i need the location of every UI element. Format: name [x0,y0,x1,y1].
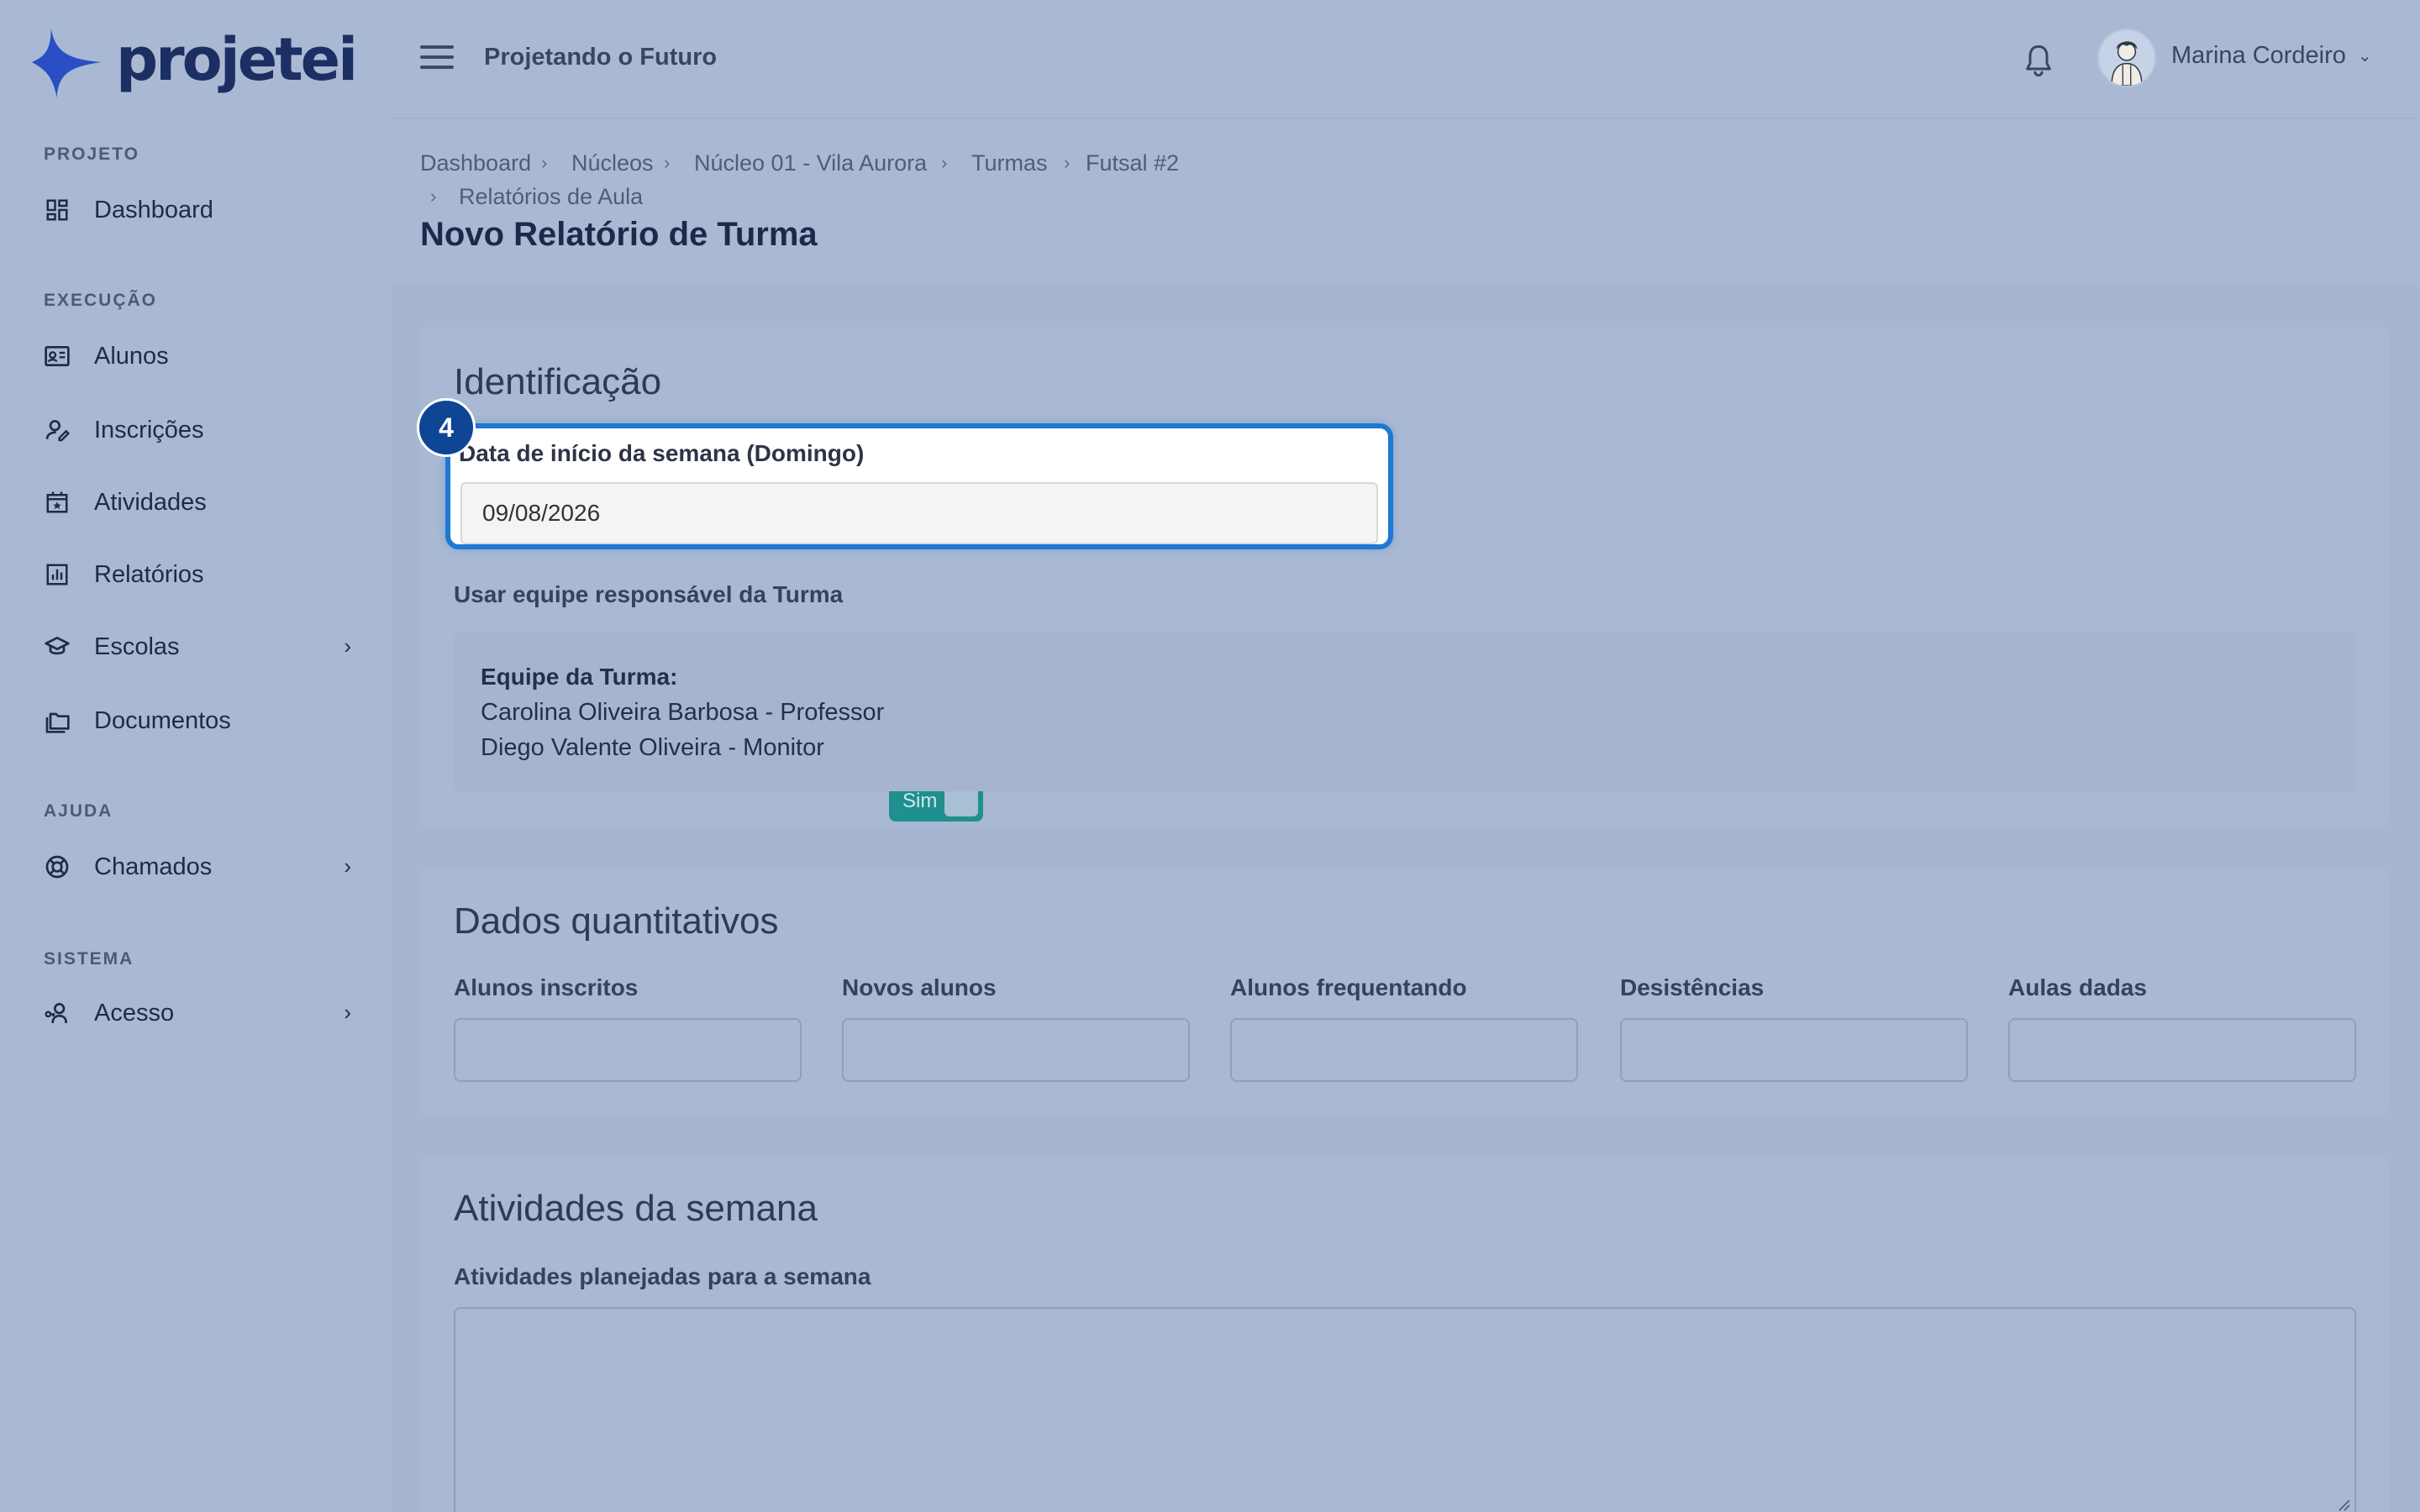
sidebar-section-ajuda: AJUDA [44,801,113,821]
id-card-icon [40,339,74,373]
toggle-value: Sim [902,790,938,812]
field-label: Aulas dadas [2008,974,2147,1000]
step-badge: 4 [417,398,476,457]
sidebar-item-label: Inscrições [94,416,204,444]
alunos-inscritos-input[interactable] [454,1018,802,1082]
logo-text: projetei [116,25,358,94]
aulas-dadas-input[interactable] [2008,1018,2356,1082]
sidebar-item-acesso[interactable]: Acesso › [24,986,360,1040]
chevron-right-icon: › [430,186,437,207]
textarea-label: Atividades planejadas para a semana [454,1263,871,1289]
atividades-planejadas-textarea[interactable] [454,1307,2356,1512]
sidebar: PROJETO Dashboard EXECUÇÃO Alunos Inscri… [0,118,392,1512]
chevron-right-icon: › [344,1000,351,1025]
sidebar-item-label: Chamados [94,853,213,880]
section-title: Dados quantitativos [454,900,779,942]
sidebar-item-atividades[interactable]: Atividades [24,475,360,529]
field-label: Desistências [1620,974,1765,1000]
user-portrait-icon [2111,41,2143,86]
logo[interactable]: projetei [30,22,358,102]
quantitativos-card: Dados quantitativos Alunos inscritos Nov… [420,867,2390,1116]
field-label: Alunos frequentando [1230,974,1467,1000]
avatar[interactable] [2097,29,2156,87]
sidebar-item-alunos[interactable]: Alunos [24,329,360,383]
team-member: Carolina Oliveira Barbosa - Professor [481,699,885,726]
bar-chart-icon [40,558,74,591]
sidebar-item-inscricoes[interactable]: Inscrições [24,403,360,457]
date-field-highlight: Data de início da semana (Domingo) 09/08… [445,423,1393,549]
chevron-right-icon: › [664,152,671,173]
breadcrumb-item[interactable]: Futsal #2 [1086,150,1179,176]
chevron-right-icon: › [1064,152,1071,173]
breadcrumb-item[interactable]: Núcleo 01 - Vila Aurora [694,150,927,176]
desistencias-input[interactable] [1620,1018,1968,1082]
sidebar-item-label: Dashboard [94,196,213,223]
identificacao-card: Identificação Usar equipe responsável da… [420,328,2390,827]
chevron-right-icon: › [344,853,351,879]
dashboard-icon [40,193,74,227]
graduation-cap-icon [40,630,74,664]
section-title: Identificação [454,361,662,402]
menu-toggle-icon[interactable] [420,45,454,72]
user-key-icon [40,996,74,1030]
sidebar-item-chamados[interactable]: Chamados › [24,840,360,894]
breadcrumb-item[interactable]: Núcleos [571,150,654,176]
sidebar-item-label: Alunos [94,342,169,370]
alunos-frequentando-input[interactable] [1230,1018,1578,1082]
toggle-label: Usar equipe responsável da Turma [454,581,844,607]
chevron-right-icon: › [941,152,948,173]
main-content: Dashboard › Núcleos › Núcleo 01 - Vila A… [392,118,2420,1512]
sidebar-item-dashboard[interactable]: Dashboard [24,183,360,237]
chevron-right-icon: › [541,152,548,173]
sidebar-section-projeto: PROJETO [44,144,139,164]
novos-alunos-input[interactable] [842,1018,1190,1082]
bell-icon[interactable] [2022,42,2055,79]
sidebar-item-relatorios[interactable]: Relatórios [24,548,360,601]
atividades-card: Atividades da semana Atividades planejad… [420,1156,2390,1512]
sidebar-item-label: Documentos [94,706,231,734]
sidebar-item-label: Atividades [94,488,207,516]
team-member: Diego Valente Oliveira - Monitor [481,734,824,761]
folders-icon [40,704,74,738]
team-title: Equipe da Turma: [481,664,678,690]
week-start-date-input[interactable]: 09/08/2026 [460,482,1378,544]
breadcrumb-item[interactable]: Dashboard [420,150,531,176]
field-label: Novos alunos [842,974,997,1000]
chevron-right-icon: › [344,633,351,659]
calendar-star-icon [40,486,74,519]
section-title: Atividades da semana [454,1188,818,1229]
page-header: Dashboard › Núcleos › Núcleo 01 - Vila A… [392,118,2420,286]
user-edit-icon [40,413,74,447]
breadcrumb-item[interactable]: Relatórios de Aula [459,184,643,210]
sidebar-item-escolas[interactable]: Escolas › [24,620,360,674]
sidebar-section-sistema: SISTEMA [44,949,134,969]
resize-handle-icon[interactable] [2334,1495,2351,1512]
top-bar: projetei Projetando o Futuro Marina Cord… [0,0,2420,118]
page-title: Novo Relatório de Turma [420,216,818,253]
sidebar-section-execucao: EXECUÇÃO [44,291,158,310]
team-box: Equipe da Turma: Carolina Oliveira Barbo… [454,632,2356,791]
sidebar-item-label: Relatórios [94,560,204,588]
chevron-down-icon[interactable]: ⌄ [2358,45,2372,66]
project-name: Projetando o Futuro [484,44,718,71]
star-logo-icon [31,28,102,98]
sidebar-item-label: Acesso [94,999,175,1026]
field-label: Alunos inscritos [454,974,639,1000]
sidebar-item-documentos[interactable]: Documentos [24,694,360,748]
date-label: Data de início da semana (Domingo) [459,440,865,466]
user-name[interactable]: Marina Cordeiro [2171,42,2346,70]
lifebuoy-icon [40,850,74,884]
breadcrumb-item[interactable]: Turmas [971,150,1048,176]
sidebar-item-label: Escolas [94,633,180,660]
